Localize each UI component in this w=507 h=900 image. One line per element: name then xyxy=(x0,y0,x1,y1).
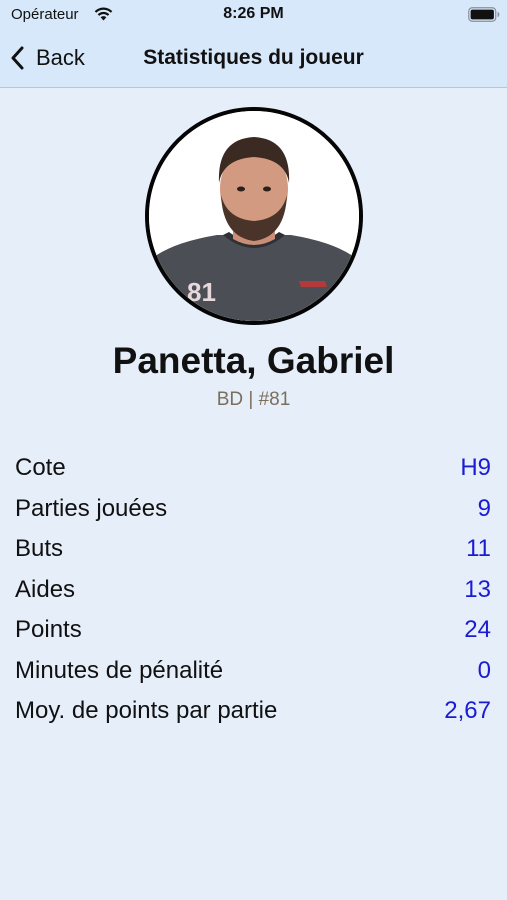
stat-row-aides: Aides 13 xyxy=(0,574,507,615)
stat-row-cote: Cote H9 xyxy=(0,452,507,493)
stat-row-buts: Buts 11 xyxy=(0,533,507,574)
stat-row-moyenne-points: Moy. de points par partie 2,67 xyxy=(0,695,507,736)
stat-row-parties-jouees: Parties jouées 9 xyxy=(0,493,507,534)
stat-value: 2,67 xyxy=(444,697,491,724)
clock: 8:26 PM xyxy=(223,5,284,22)
stats-list: Cote H9 Parties jouées 9 Buts 11 Aides 1… xyxy=(0,452,507,736)
stat-label: Aides xyxy=(15,575,76,603)
stat-label: Parties jouées xyxy=(15,494,168,522)
stat-label: Moy. de points par partie xyxy=(15,697,278,724)
navigation-bar: Back Statistiques du joueur xyxy=(0,36,507,80)
status-bar: Opérateur 8:26 PM xyxy=(0,0,507,32)
player-photo: 81 xyxy=(145,107,363,325)
battery-icon xyxy=(468,7,500,22)
stat-value: 9 xyxy=(477,494,491,522)
stat-label: Minutes de pénalité xyxy=(15,656,224,684)
stat-label: Points xyxy=(15,616,82,643)
header: Opérateur 8:26 PM Back Statistiques du j… xyxy=(0,0,507,88)
stat-value: H9 xyxy=(460,454,491,481)
player-name: Panetta, Gabriel xyxy=(112,340,395,381)
stat-value: 24 xyxy=(464,616,491,643)
player-photo-image: 81 xyxy=(149,111,359,321)
player-position-number: BD | #81 xyxy=(216,389,291,410)
stat-row-points: Points 24 xyxy=(0,614,507,655)
stat-label: Buts xyxy=(15,535,64,562)
stat-label: Cote xyxy=(15,454,66,481)
stat-value: 11 xyxy=(466,535,491,562)
jersey-number: 81 xyxy=(187,277,216,307)
stat-value: 13 xyxy=(464,575,491,603)
page-title: Statistiques du joueur xyxy=(143,46,364,69)
stat-value: 0 xyxy=(477,656,491,684)
stat-row-minutes-penalite: Minutes de pénalité 0 xyxy=(0,655,507,696)
